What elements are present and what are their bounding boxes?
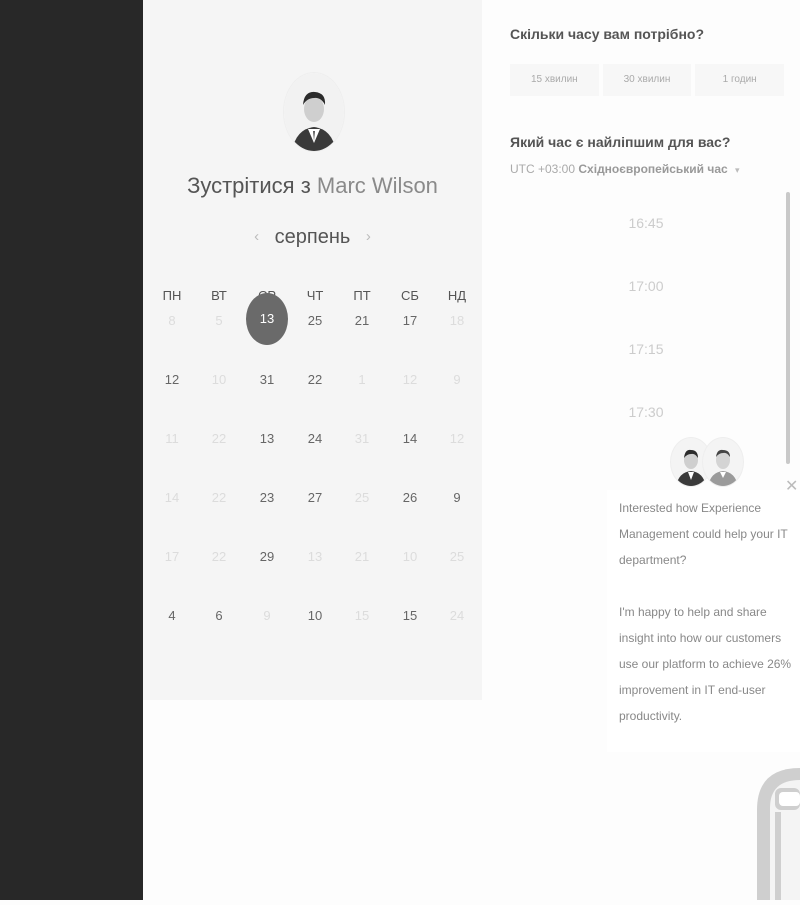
chat-paragraph-1: Interested how Experience Management cou… xyxy=(619,501,788,567)
calendar-day: 5 xyxy=(215,313,223,328)
time-slot[interactable]: 17:00 xyxy=(510,263,782,309)
host-name: Marc Wilson xyxy=(316,173,438,198)
chat-avatars xyxy=(668,437,748,487)
calendar-day: 9 xyxy=(263,608,271,623)
time-slot[interactable]: 16:45 xyxy=(510,200,782,246)
calendar-day: 9 xyxy=(453,372,461,387)
calendar-day: 31 xyxy=(354,431,370,446)
duration-option-30[interactable]: 30 хвилин xyxy=(602,64,692,96)
calendar-day: 14 xyxy=(164,490,180,505)
duration-options: 15 хвилин 30 хвилин 1 годин xyxy=(510,64,785,96)
calendar-day: 25 xyxy=(449,549,465,564)
month-label: серпень xyxy=(274,226,351,248)
duration-question: Скільки часу вам потрібно? xyxy=(510,26,705,42)
duration-option-60[interactable]: 1 годин xyxy=(695,64,785,96)
calendar-day: 22 xyxy=(211,549,227,564)
calendar-day: 8 xyxy=(168,313,176,328)
calendar-day: 15 xyxy=(354,608,370,623)
calendar-day[interactable]: 23 xyxy=(247,478,287,518)
chat-message: Interested how Experience Management cou… xyxy=(619,495,799,729)
calendar-day: 12 xyxy=(449,431,465,446)
agent-avatar xyxy=(702,437,744,487)
calendar-day: 11 xyxy=(165,431,179,446)
calendar-day: 22 xyxy=(211,431,227,446)
calendar-day: 21 xyxy=(354,549,370,564)
calendar-day[interactable]: 22 xyxy=(295,360,335,400)
duration-option-15[interactable]: 15 хвилин xyxy=(510,64,599,96)
calendar-day: 13 xyxy=(307,549,323,564)
meeting-title: Зустрітися з Marc Wilson xyxy=(143,173,482,199)
calendar-day[interactable]: 15 xyxy=(390,596,430,636)
calendar-day: 1 xyxy=(358,372,366,387)
timezone-selector[interactable]: UTC +03:00 Східноєвропейський час ▾ xyxy=(510,162,740,176)
calendar-day[interactable]: 25 xyxy=(295,301,335,341)
timezone-name: Східноєвропейський час xyxy=(578,162,728,176)
calendar-day[interactable]: 6 xyxy=(199,596,239,636)
time-slot-scrollbar[interactable] xyxy=(786,192,790,464)
month-navigation: ‹ серпень › xyxy=(143,226,482,249)
schedule-panel: Скільки часу вам потрібно? 15 хвилин 30 … xyxy=(482,0,800,900)
calendar-day[interactable]: 13 xyxy=(247,419,287,459)
title-prefix: Зустрітися з xyxy=(187,173,311,198)
calendar-day[interactable]: 26 xyxy=(390,478,430,518)
calendar-day: 25 xyxy=(354,490,370,505)
calendar-day[interactable]: 21 xyxy=(342,301,382,341)
calendar-day: 22 xyxy=(211,490,227,505)
calendar-day: 10 xyxy=(211,372,227,387)
calendar-day: 12 xyxy=(402,372,418,387)
calendar-day: 18 xyxy=(449,313,465,328)
calendar-day: 24 xyxy=(449,608,465,623)
calendar-day[interactable]: 9 xyxy=(437,478,477,518)
chat-message-bubble: Interested how Experience Management cou… xyxy=(607,490,800,752)
calendar-day: 17 xyxy=(164,549,180,564)
calendar-day[interactable]: 10 xyxy=(295,596,335,636)
time-slot[interactable]: 17:15 xyxy=(510,326,782,372)
booking-panel: Зустрітися з Marc Wilson ‹ серпень › ПН В… xyxy=(143,0,482,700)
chat-paragraph-2: I'm happy to help and share insight into… xyxy=(619,605,792,723)
host-avatar xyxy=(283,72,345,152)
calendar-day[interactable]: 12 xyxy=(152,360,192,400)
calendar-day[interactable]: 27 xyxy=(295,478,335,518)
time-question: Який час є найліпшим для вас? xyxy=(510,134,731,150)
dark-sidebar xyxy=(0,0,143,900)
chat-launcher-icon[interactable] xyxy=(755,768,800,900)
calendar-day: 10 xyxy=(402,549,418,564)
calendar-day[interactable]: 29 xyxy=(247,537,287,577)
chevron-left-icon[interactable]: ‹ xyxy=(254,228,259,245)
calendar-grid: 8 5 13 25 21 17 18 12 10 31 22 1 12 9 11 22 13 24 31 14 12 14… xyxy=(143,293,482,660)
calendar-day[interactable]: 4 xyxy=(152,596,192,636)
calendar-day[interactable]: 14 xyxy=(390,419,430,459)
calendar-day-selected[interactable]: 13 xyxy=(246,293,288,345)
chevron-down-icon: ▾ xyxy=(735,165,740,175)
timezone-offset: UTC +03:00 xyxy=(510,162,576,176)
calendar-day[interactable]: 17 xyxy=(390,301,430,341)
time-slot[interactable]: 17:30 xyxy=(510,389,782,435)
calendar-day[interactable]: 31 xyxy=(247,360,287,400)
chevron-right-icon[interactable]: › xyxy=(366,228,371,245)
calendar-day[interactable]: 24 xyxy=(295,419,335,459)
